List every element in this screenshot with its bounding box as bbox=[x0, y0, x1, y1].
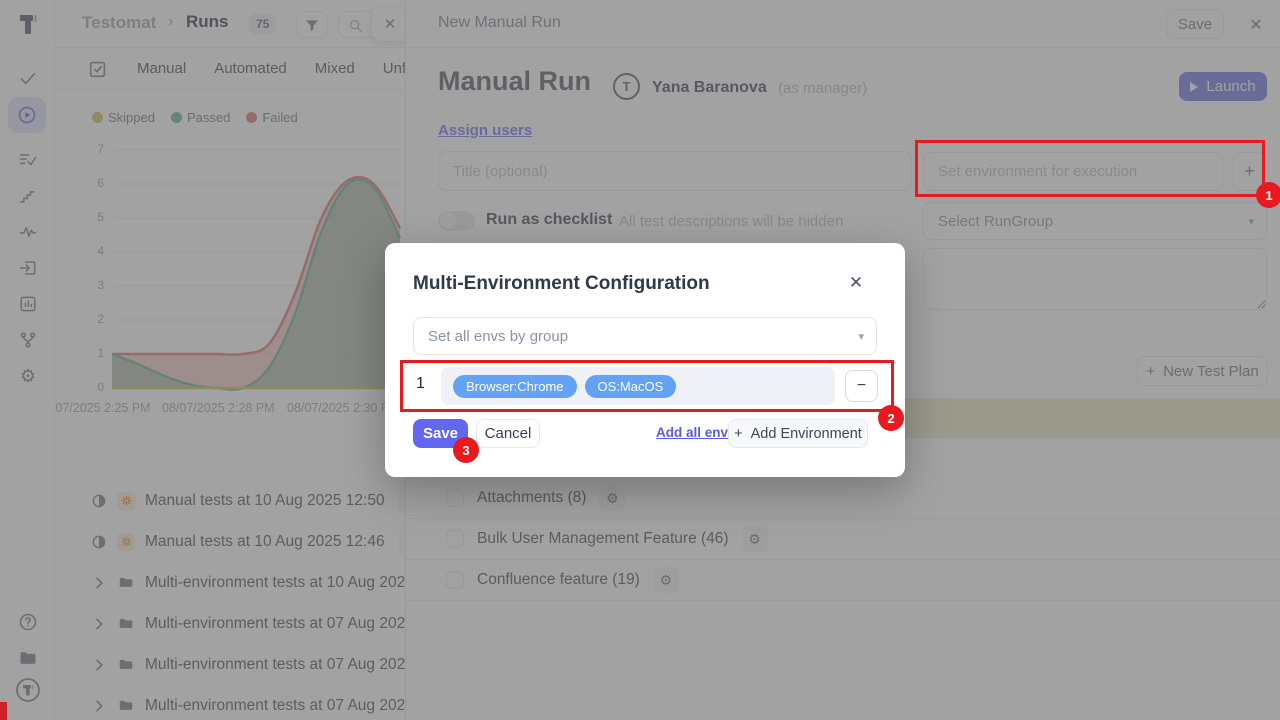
app-screen: ⚙ Testomat › Runs 75 ✕ bbox=[0, 0, 1280, 720]
annotation-badge-1: 1 bbox=[1256, 182, 1280, 208]
annotation-badge-2: 2 bbox=[878, 405, 904, 431]
add-all-envs-link[interactable]: Add all envs bbox=[656, 425, 736, 440]
chevron-down-icon: ▾ bbox=[858, 330, 864, 343]
annotation-box-step2 bbox=[400, 360, 894, 412]
modal-close-icon[interactable]: ✕ bbox=[847, 274, 865, 292]
add-environment-button[interactable]: + Add Environment bbox=[728, 419, 868, 448]
env-group-select[interactable]: Set all envs by group ▾ bbox=[413, 317, 877, 355]
modal-title: Multi-Environment Configuration bbox=[413, 273, 710, 295]
recording-indicator bbox=[0, 702, 7, 720]
annotation-box-step1 bbox=[915, 140, 1265, 197]
modal-cancel-button[interactable]: Cancel bbox=[476, 419, 540, 448]
annotation-badge-3: 3 bbox=[453, 437, 479, 463]
plus-icon: + bbox=[734, 426, 742, 442]
